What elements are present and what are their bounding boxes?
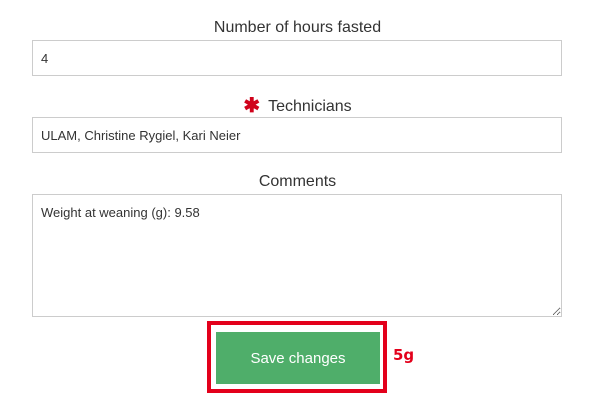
hours-fasted-label: Number of hours fasted xyxy=(213,19,382,36)
comments-textarea[interactable]: Weight at weaning (g): 9.58 xyxy=(32,194,562,317)
technicians-input[interactable] xyxy=(32,117,562,153)
edit-form: Number of hours fasted ✱ Technicians Comm… xyxy=(0,0,598,409)
asterisk-icon: ✱ xyxy=(243,95,261,117)
hours-fasted-input[interactable] xyxy=(32,40,562,76)
save-button[interactable]: Save changes xyxy=(216,332,380,384)
comments-label: Comments xyxy=(258,173,337,190)
technicians-label-row: ✱ Technicians xyxy=(0,95,595,117)
technicians-label: Technicians xyxy=(268,98,352,115)
annotation-label: 5g xyxy=(393,346,415,364)
